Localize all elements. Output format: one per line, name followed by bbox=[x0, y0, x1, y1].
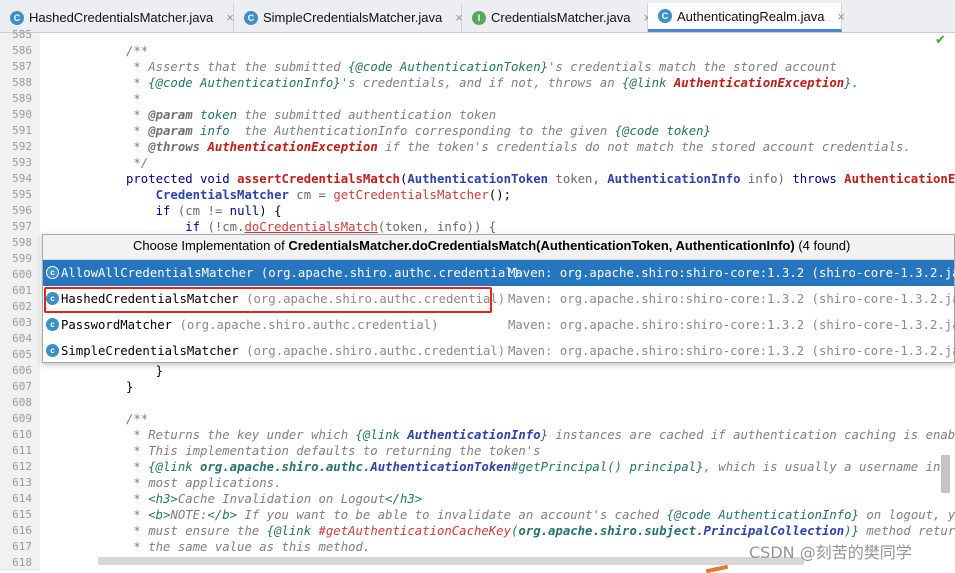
line-number: 601 bbox=[12, 284, 32, 297]
line-number: 605 bbox=[12, 348, 32, 361]
line-number: 598 bbox=[12, 236, 32, 249]
line-number: 602 bbox=[12, 300, 32, 313]
line-number: 597 bbox=[12, 220, 32, 233]
tab-label: AuthenticatingRealm.java bbox=[677, 8, 825, 24]
library-source: Maven: org.apache.shiro:shiro-core:1.3.2… bbox=[508, 266, 955, 280]
interface-file-icon: I bbox=[472, 10, 486, 25]
line-number: 604 bbox=[12, 332, 32, 345]
line-number: 587 bbox=[12, 60, 32, 73]
code-line-610: * Returns the key under which {@link Aut… bbox=[126, 428, 955, 442]
line-number: 594 bbox=[12, 172, 32, 185]
class-file-icon: C bbox=[10, 10, 24, 25]
code-line-594: protected void assertCredentialsMatch(Au… bbox=[126, 172, 955, 186]
line-number: 617 bbox=[12, 540, 32, 553]
code-line-606: } bbox=[126, 364, 164, 378]
line-number: 612 bbox=[12, 460, 32, 473]
horizontal-scrollbar-thumb[interactable] bbox=[98, 557, 804, 565]
line-number: 606 bbox=[12, 364, 32, 377]
code-line-587: * Asserts that the submitted {@code Auth… bbox=[126, 60, 837, 74]
implementation-item[interactable]: c AllowAllCredentialsMatcher (org.apache… bbox=[43, 260, 955, 286]
line-number: 600 bbox=[12, 268, 32, 281]
line-number: 596 bbox=[12, 204, 32, 217]
code-line-616: * must ensure the {@link #getAuthenticat… bbox=[126, 524, 955, 538]
line-number: 595 bbox=[12, 188, 32, 201]
tab-label: HashedCredentialsMatcher.java bbox=[29, 10, 214, 25]
code-line-593: */ bbox=[126, 156, 149, 170]
line-number: 618 bbox=[12, 556, 32, 569]
code-line-590: * @param token the submitted authenticat… bbox=[126, 108, 497, 122]
tab-label: CredentialsMatcher.java bbox=[491, 10, 631, 25]
tab-hashed-credentials-matcher[interactable]: C HashedCredentialsMatcher.java × bbox=[0, 3, 234, 32]
line-number: 616 bbox=[12, 524, 32, 537]
line-number: 608 bbox=[12, 396, 32, 409]
line-number: 589 bbox=[12, 92, 32, 105]
code-line-611: * This implementation defaults to return… bbox=[126, 444, 541, 458]
class-file-icon: C bbox=[244, 10, 258, 25]
line-number-gutter: 585 586 587 588 589 590 591 592 593 594 595 596 597 5… bbox=[0, 28, 40, 571]
highlight-annotation-box bbox=[44, 287, 492, 313]
line-number: 603 bbox=[12, 316, 32, 329]
line-number: 593 bbox=[12, 156, 32, 169]
code-line-612: * {@link org.apache.shiro.authc.Authenti… bbox=[126, 460, 941, 474]
line-number: 609 bbox=[12, 412, 32, 425]
code-line-607: } bbox=[126, 380, 134, 394]
code-line-597: if (!cm.doCredentialsMatch(token, info))… bbox=[185, 220, 497, 234]
code-line-617: * the same value as this method. bbox=[126, 540, 371, 554]
code-line-595: CredentialsMatcher cm = getCredentialsMa… bbox=[155, 188, 512, 202]
class-icon: c bbox=[46, 344, 59, 357]
library-source: Maven: org.apache.shiro:shiro-core:1.3.2… bbox=[508, 318, 955, 332]
code-line-609: /** bbox=[126, 412, 149, 426]
line-number: 615 bbox=[12, 508, 32, 521]
class-icon: c bbox=[46, 318, 59, 331]
editor-tab-bar: C HashedCredentialsMatcher.java × C Simp… bbox=[0, 0, 955, 33]
implementation-item[interactable]: c PasswordMatcher (org.apache.shiro.auth… bbox=[43, 312, 955, 338]
annotation-arrow-mark bbox=[705, 564, 729, 573]
close-icon[interactable]: × bbox=[837, 9, 845, 24]
tab-simple-credentials-matcher[interactable]: C SimpleCredentialsMatcher.java × bbox=[234, 3, 463, 32]
line-number: 613 bbox=[12, 476, 32, 489]
tab-label: SimpleCredentialsMatcher.java bbox=[263, 10, 443, 25]
popup-title: Choose Implementation of CredentialsMatc… bbox=[43, 235, 954, 260]
line-number: 607 bbox=[12, 380, 32, 393]
class-file-icon: C bbox=[658, 9, 672, 23]
line-number: 585 bbox=[12, 28, 32, 41]
tab-credentials-matcher[interactable]: I CredentialsMatcher.java × bbox=[462, 3, 651, 32]
line-number: 592 bbox=[12, 140, 32, 153]
line-number: 590 bbox=[12, 108, 32, 121]
close-icon[interactable]: × bbox=[226, 10, 234, 25]
vertical-scrollbar-thumb[interactable] bbox=[941, 455, 950, 493]
library-source: Maven: org.apache.shiro:shiro-core:1.3.2… bbox=[508, 292, 955, 306]
code-line-614: * <h3>Cache Invalidation on Logout</h3> bbox=[126, 492, 423, 506]
line-number: 614 bbox=[12, 492, 32, 505]
tab-authenticating-realm[interactable]: C AuthenticatingRealm.java × bbox=[648, 3, 845, 32]
line-number: 610 bbox=[12, 428, 32, 441]
code-line-596: if (cm != null) { bbox=[155, 204, 282, 218]
line-number: 599 bbox=[12, 252, 32, 265]
line-number: 586 bbox=[12, 44, 32, 57]
code-line-591: * @param info the AuthenticationInfo cor… bbox=[126, 124, 711, 138]
code-line-613: * most applications. bbox=[126, 476, 282, 490]
line-number: 591 bbox=[12, 124, 32, 137]
line-number: 588 bbox=[12, 76, 32, 89]
inspection-ok-icon: ✔ bbox=[935, 33, 946, 48]
class-icon: c bbox=[46, 266, 59, 279]
watermark: CSDN @刻苦的樊同学 bbox=[749, 543, 912, 562]
code-line-615: * <b>NOTE:</b> If you want to be able to… bbox=[126, 508, 955, 522]
code-line-588: * {@code AuthenticationInfo}'s credentia… bbox=[126, 76, 859, 90]
line-number: 611 bbox=[12, 444, 32, 457]
code-line-589: * bbox=[126, 92, 141, 106]
implementation-item[interactable]: c SimpleCredentialsMatcher (org.apache.s… bbox=[43, 338, 955, 364]
library-source: Maven: org.apache.shiro:shiro-core:1.3.2… bbox=[508, 344, 955, 358]
code-line-586: /** bbox=[126, 44, 149, 58]
code-line-592: * @throws AuthenticationException if the… bbox=[126, 140, 911, 154]
